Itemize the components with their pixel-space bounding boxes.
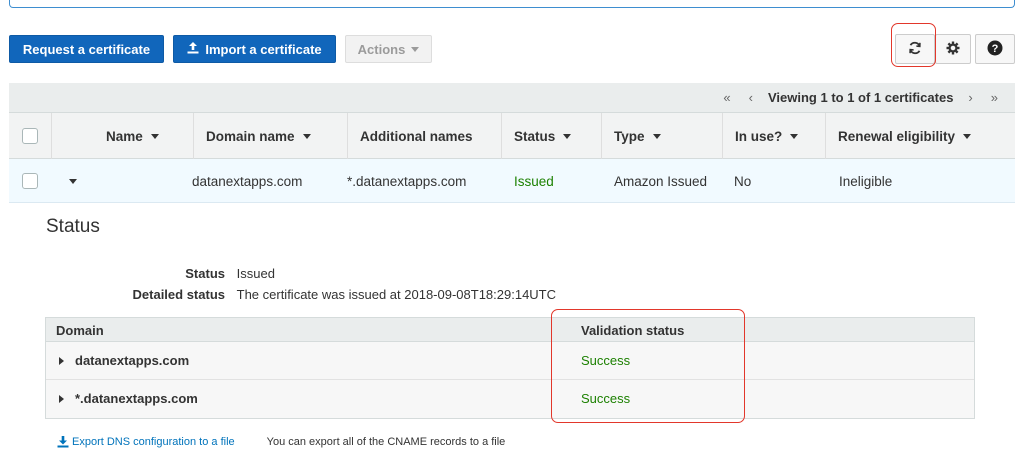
- column-header-status[interactable]: Status: [501, 113, 601, 159]
- column-header-in-use[interactable]: In use?: [722, 113, 825, 159]
- status-value: Issued: [236, 266, 275, 281]
- actions-dropdown[interactable]: Actions: [345, 35, 432, 63]
- validation-domain: datanextapps.com: [75, 353, 190, 368]
- actions-label: Actions: [357, 41, 406, 57]
- pagination-text: Viewing 1 to 1 of 1 certificates: [767, 90, 954, 105]
- detailed-status-field: Detailed status The certificate was issu…: [109, 287, 557, 302]
- detailed-status-key: Detailed status: [132, 287, 225, 302]
- request-certificate-label: Request a certificate: [22, 41, 151, 57]
- row-status: Issued: [514, 173, 554, 189]
- upload-icon: [187, 41, 199, 57]
- chevron-right-icon[interactable]: [59, 395, 64, 403]
- row-renewal: Ineligible: [839, 173, 893, 189]
- settings-button[interactable]: [935, 34, 971, 64]
- validation-domain: *.datanextapps.com: [75, 391, 198, 406]
- validation-row[interactable]: *.datanextapps.com Success: [46, 380, 974, 418]
- row-domain: datanextapps.com: [192, 173, 303, 189]
- column-header-type[interactable]: Type: [601, 113, 722, 159]
- validation-row[interactable]: datanextapps.com Success: [46, 342, 974, 380]
- detail-title: Status: [46, 216, 100, 237]
- import-certificate-label: Import a certificate: [205, 41, 322, 57]
- help-button[interactable]: ?: [975, 34, 1015, 64]
- chevron-right-icon[interactable]: [59, 357, 64, 365]
- select-all-checkbox[interactable]: [22, 128, 38, 144]
- sort-icon: [652, 133, 661, 139]
- column-header-domain[interactable]: Domain name: [193, 113, 347, 159]
- sort-icon: [302, 133, 311, 139]
- certificates-table: « ‹ Viewing 1 to 1 of 1 certificates › »…: [9, 83, 1015, 203]
- status-field: Status Issued: [109, 266, 275, 281]
- help-icon: ?: [987, 40, 1003, 59]
- svg-text:?: ?: [992, 43, 999, 55]
- first-page-icon[interactable]: «: [723, 90, 730, 105]
- row-checkbox[interactable]: [22, 173, 38, 189]
- validation-table-header: Domain Validation status: [46, 318, 974, 342]
- request-certificate-button[interactable]: Request a certificate: [9, 35, 164, 63]
- column-header-domain: Domain: [56, 323, 104, 338]
- chevron-down-icon: [411, 46, 420, 52]
- row-type: Amazon Issued: [614, 173, 708, 189]
- prev-page-icon[interactable]: ‹: [749, 90, 753, 105]
- sort-icon: [150, 133, 159, 139]
- certificate-detail-panel: Status Status Issued Detailed status The…: [9, 204, 1015, 461]
- table-row[interactable]: datanextapps.com *.datanextapps.com Issu…: [9, 159, 1015, 203]
- download-icon: [57, 436, 69, 448]
- status-key: Status: [185, 266, 225, 281]
- sort-icon: [563, 133, 572, 139]
- validation-table: Domain Validation status datanextapps.co…: [45, 317, 975, 419]
- column-header-additional-names: Additional names: [347, 113, 501, 159]
- info-banner: [9, 0, 1015, 8]
- gear-icon: [946, 41, 960, 58]
- row-expand-toggle[interactable]: [69, 159, 77, 203]
- row-in-use: No: [734, 173, 752, 189]
- detailed-status-value: The certificate was issued at 2018-09-08…: [236, 287, 557, 302]
- expand-column-header: [51, 113, 94, 159]
- column-header-name[interactable]: Name: [94, 113, 193, 159]
- row-additional-names: *.datanextapps.com: [347, 173, 467, 189]
- chevron-down-icon: [69, 178, 77, 184]
- sort-icon: [790, 133, 799, 139]
- import-certificate-button[interactable]: Import a certificate: [173, 35, 336, 63]
- export-dns-link[interactable]: Export DNS configuration to a file: [57, 436, 235, 448]
- last-page-icon[interactable]: »: [991, 90, 998, 105]
- export-section: Export DNS configuration to a file You c…: [57, 436, 505, 448]
- refresh-highlight: [891, 23, 936, 67]
- sort-icon: [963, 133, 972, 139]
- export-dns-label: Export DNS configuration to a file: [72, 436, 235, 448]
- table-header: Name Domain name Additional names Status…: [9, 113, 1015, 159]
- export-note: You can export all of the CNAME records …: [266, 436, 506, 448]
- column-header-renewal[interactable]: Renewal eligibility: [825, 113, 1015, 159]
- next-page-icon[interactable]: ›: [968, 90, 972, 105]
- validation-highlight: [551, 309, 745, 423]
- pagination-bar: « ‹ Viewing 1 to 1 of 1 certificates › »: [9, 83, 1015, 113]
